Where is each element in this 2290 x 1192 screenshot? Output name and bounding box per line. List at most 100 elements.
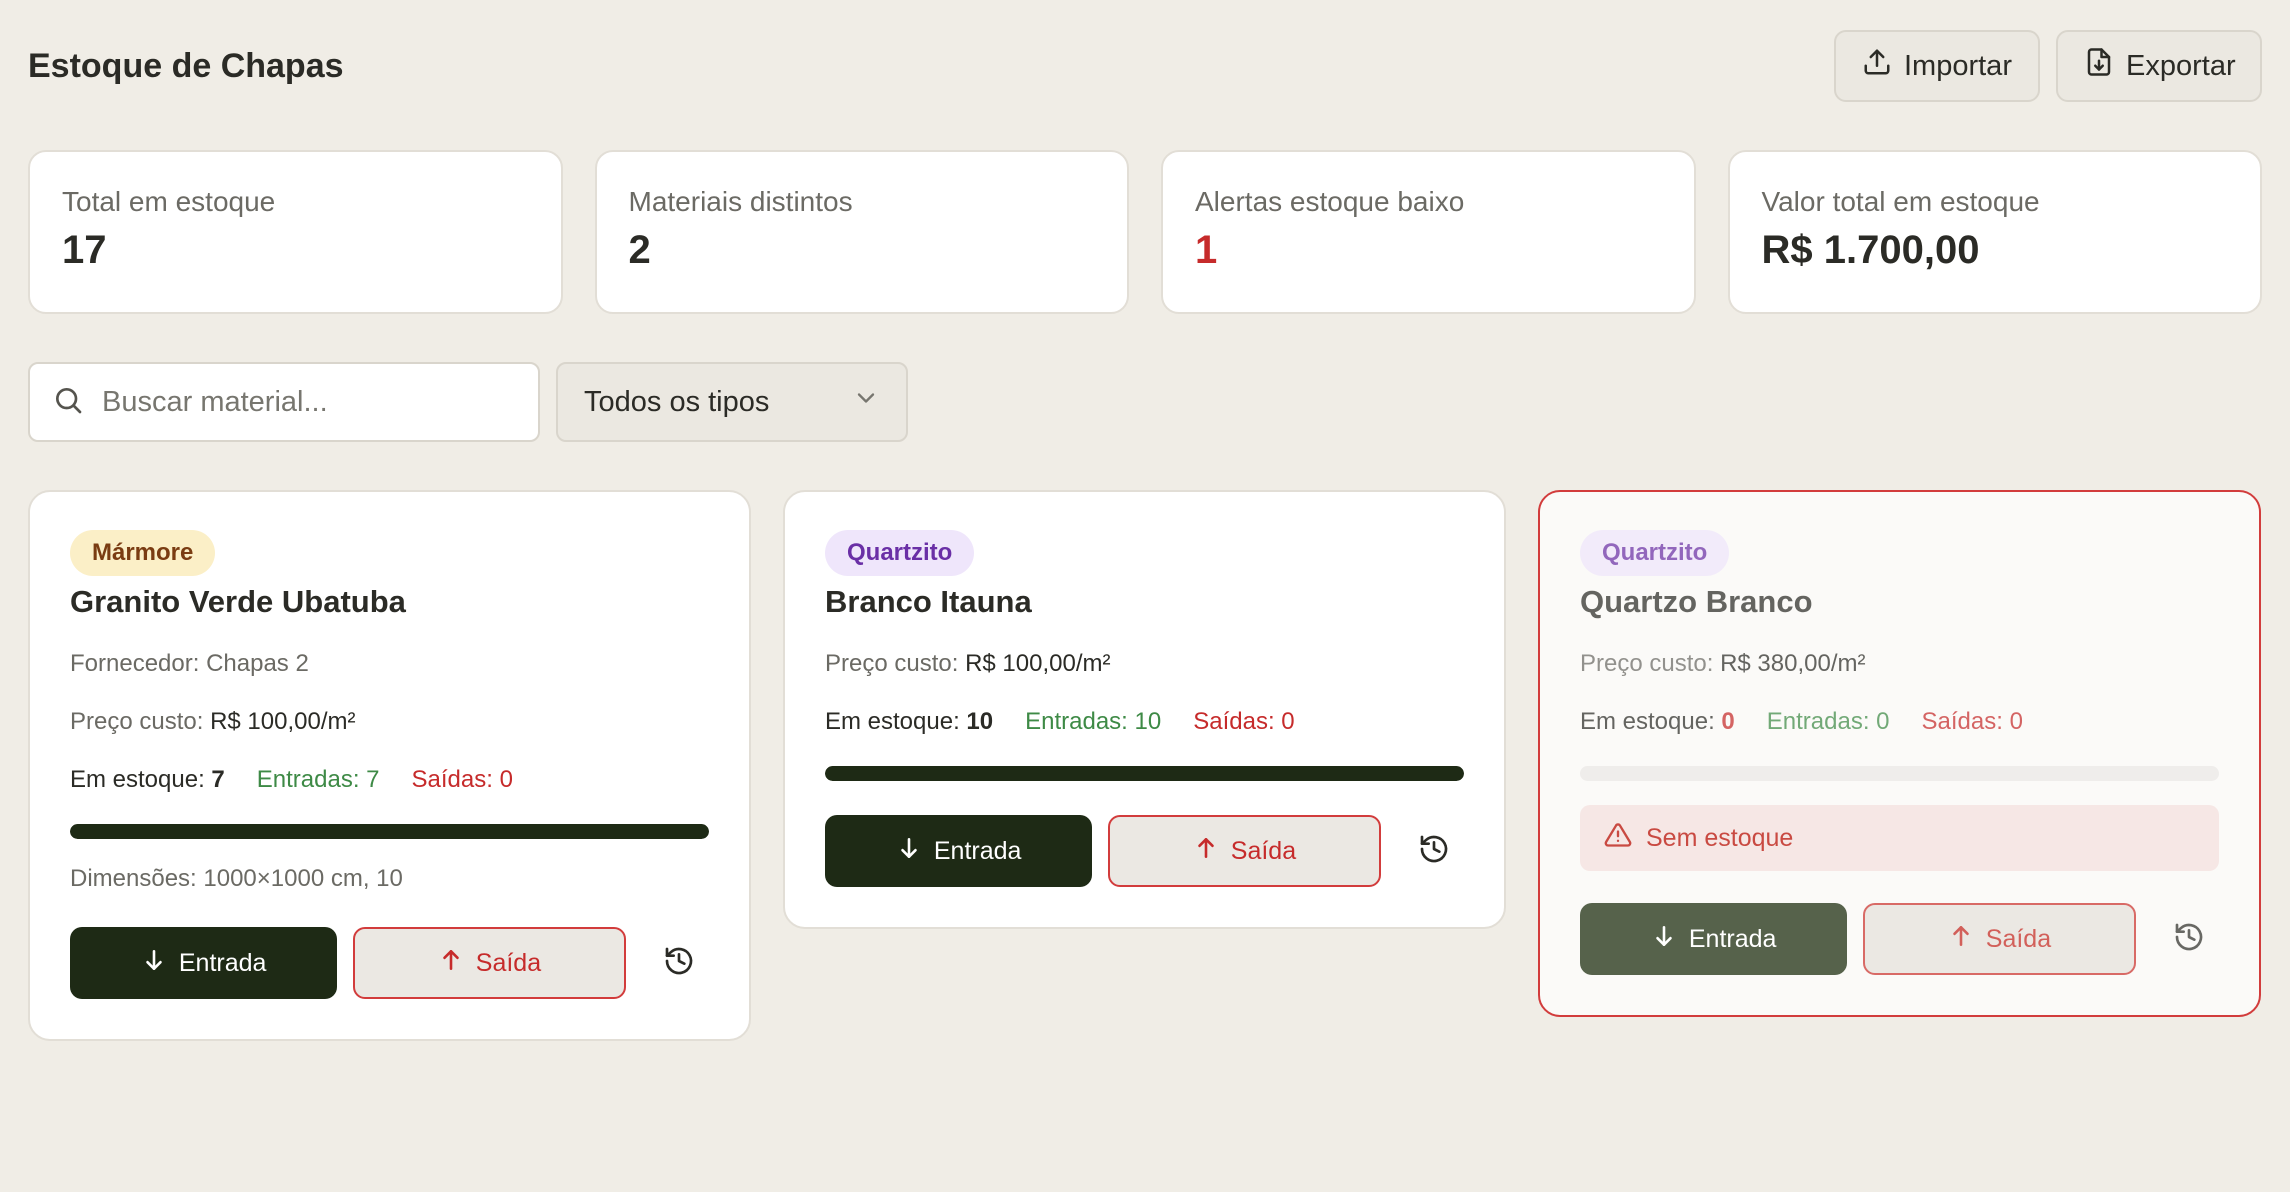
- price-label: Preço custo:: [825, 650, 959, 677]
- arrow-up-icon: [1193, 835, 1219, 868]
- stat-value: 2: [628, 228, 651, 272]
- search-input[interactable]: [102, 385, 516, 419]
- supplier-row: Fornecedor: Chapas 2: [70, 650, 709, 678]
- entrada-label: Entrada: [1688, 924, 1777, 953]
- stock-progress-bar: [70, 824, 709, 839]
- history-button[interactable]: [650, 933, 709, 993]
- entrada-label: Entrada: [178, 948, 267, 977]
- warning-icon: [1604, 821, 1632, 856]
- price-row: Preço custo: R$ 100,00/m²: [70, 708, 709, 736]
- material-name: Granito Verde Ubatuba: [70, 584, 406, 619]
- exits-count: Saídas: 0: [1921, 708, 2023, 735]
- type-badge: Quartzito: [825, 530, 975, 576]
- price-label: Preço custo:: [70, 708, 204, 735]
- stock-label: Em estoque:: [70, 766, 205, 793]
- price-value: R$ 100,00/m²: [965, 650, 1111, 677]
- header: Estoque de Chapas Importar Exportar: [28, 30, 2262, 102]
- entrada-button[interactable]: Entrada: [1580, 903, 1848, 975]
- file-download-icon: [2084, 47, 2114, 85]
- type-badge: Mármore: [70, 530, 216, 576]
- price-value: R$ 100,00/m²: [210, 708, 356, 735]
- search-box: [28, 362, 540, 442]
- material-cards: Mármore Granito Verde Ubatuba Fornecedor…: [28, 490, 2261, 1041]
- stock-summary: Em estoque: 0 Entradas: 0 Saídas: 0: [1580, 708, 2219, 736]
- stat-value: 1: [1195, 228, 1218, 272]
- stock-count: Em estoque: 10: [825, 708, 993, 736]
- stock-count: Em estoque: 0: [1580, 708, 1735, 736]
- supplier-label: Fornecedor:: [70, 650, 200, 677]
- stock-progress-bar: [825, 766, 1464, 781]
- price-value: R$ 380,00/m²: [1720, 650, 1866, 677]
- stock-page: Estoque de Chapas Importar Exportar Tota…: [0, 0, 2290, 1192]
- stock-progress-bar: [1580, 766, 2219, 781]
- stat-value: R$ 1.700,00: [1761, 228, 1980, 272]
- history-icon: [663, 945, 695, 982]
- stock-label: Em estoque:: [825, 708, 960, 735]
- stat-card-alerts: Alertas estoque baixo 1: [1161, 150, 1696, 314]
- type-badge: Quartzito: [1580, 530, 1730, 576]
- dimensions: Dimensões: 1000×1000 cm, 10: [70, 865, 403, 892]
- entries-count: Entradas: 10: [1025, 708, 1162, 735]
- card-actions: Entrada Saída: [825, 815, 1464, 887]
- stat-card-value: Valor total em estoque R$ 1.700,00: [1727, 150, 2262, 314]
- chevron-down-icon: [852, 384, 880, 420]
- saida-label: Saída: [475, 948, 542, 977]
- exits-count: Saídas: 0: [1193, 708, 1295, 735]
- exits-count: Saídas: 0: [411, 766, 513, 793]
- arrow-down-icon: [1651, 923, 1677, 956]
- stock-value: 10: [966, 708, 994, 735]
- saida-button[interactable]: Saída: [1863, 903, 2136, 975]
- saida-button[interactable]: Saída: [353, 927, 626, 999]
- stock-label: Em estoque:: [1580, 708, 1715, 735]
- history-icon: [1418, 833, 1450, 870]
- entrada-label: Entrada: [933, 836, 1022, 865]
- entrada-button[interactable]: Entrada: [825, 815, 1093, 887]
- material-name: Branco Itauna: [825, 584, 1032, 619]
- arrow-up-icon: [1948, 923, 1974, 956]
- stat-label: Alertas estoque baixo: [1195, 186, 1465, 217]
- arrow-down-icon: [141, 947, 167, 980]
- stock-count: Em estoque: 7: [70, 766, 225, 794]
- history-button[interactable]: [1405, 821, 1464, 881]
- export-button[interactable]: Exportar: [2056, 30, 2262, 102]
- arrow-down-icon: [896, 835, 922, 868]
- stock-progress-fill: [825, 766, 1464, 781]
- alert-text: Sem estoque: [1646, 823, 1794, 852]
- history-button[interactable]: [2160, 909, 2219, 969]
- stock-progress-fill: [70, 824, 709, 839]
- stock-value: 0: [1721, 708, 1735, 735]
- import-button[interactable]: Importar: [1834, 30, 2040, 102]
- card-actions: Entrada Saída: [1580, 903, 2219, 975]
- saida-label: Saída: [1230, 836, 1297, 865]
- filters-bar: Todos os tipos: [28, 362, 908, 442]
- out-of-stock-alert: Sem estoque: [1580, 805, 2219, 871]
- material-card: Quartzito Branco Itauna Preço custo: R$ …: [783, 490, 1506, 929]
- price-row: Preço custo: R$ 380,00/m²: [1580, 650, 2219, 678]
- entries-count: Entradas: 7: [256, 766, 380, 793]
- upload-icon: [1862, 47, 1892, 85]
- history-icon: [2173, 921, 2205, 958]
- saida-label: Saída: [1985, 924, 2052, 953]
- stat-label: Total em estoque: [62, 186, 276, 217]
- stat-card-total: Total em estoque 17: [28, 150, 563, 314]
- supplier-value: Chapas 2: [206, 650, 309, 677]
- page-title: Estoque de Chapas: [28, 46, 344, 85]
- price-row: Preço custo: R$ 100,00/m²: [825, 650, 1464, 678]
- entrada-button[interactable]: Entrada: [70, 927, 338, 999]
- stat-value: 17: [62, 228, 107, 272]
- entries-count: Entradas: 0: [1766, 708, 1890, 735]
- material-card-out-of-stock: Quartzito Quartzo Branco Preço custo: R$…: [1538, 490, 2261, 1017]
- stat-label: Valor total em estoque: [1761, 186, 2040, 217]
- type-select[interactable]: Todos os tipos: [556, 362, 908, 442]
- stats-row: Total em estoque 17 Materiais distintos …: [28, 150, 2262, 314]
- arrow-up-icon: [438, 947, 464, 980]
- search-icon: [52, 384, 84, 421]
- price-label: Preço custo:: [1580, 650, 1714, 677]
- import-label: Importar: [1904, 49, 2012, 82]
- saida-button[interactable]: Saída: [1108, 815, 1381, 887]
- stat-card-materials: Materiais distintos 2: [594, 150, 1129, 314]
- material-name: Quartzo Branco: [1580, 584, 1813, 619]
- export-label: Exportar: [2126, 49, 2236, 82]
- stock-value: 7: [211, 766, 225, 793]
- card-actions: Entrada Saída: [70, 927, 709, 999]
